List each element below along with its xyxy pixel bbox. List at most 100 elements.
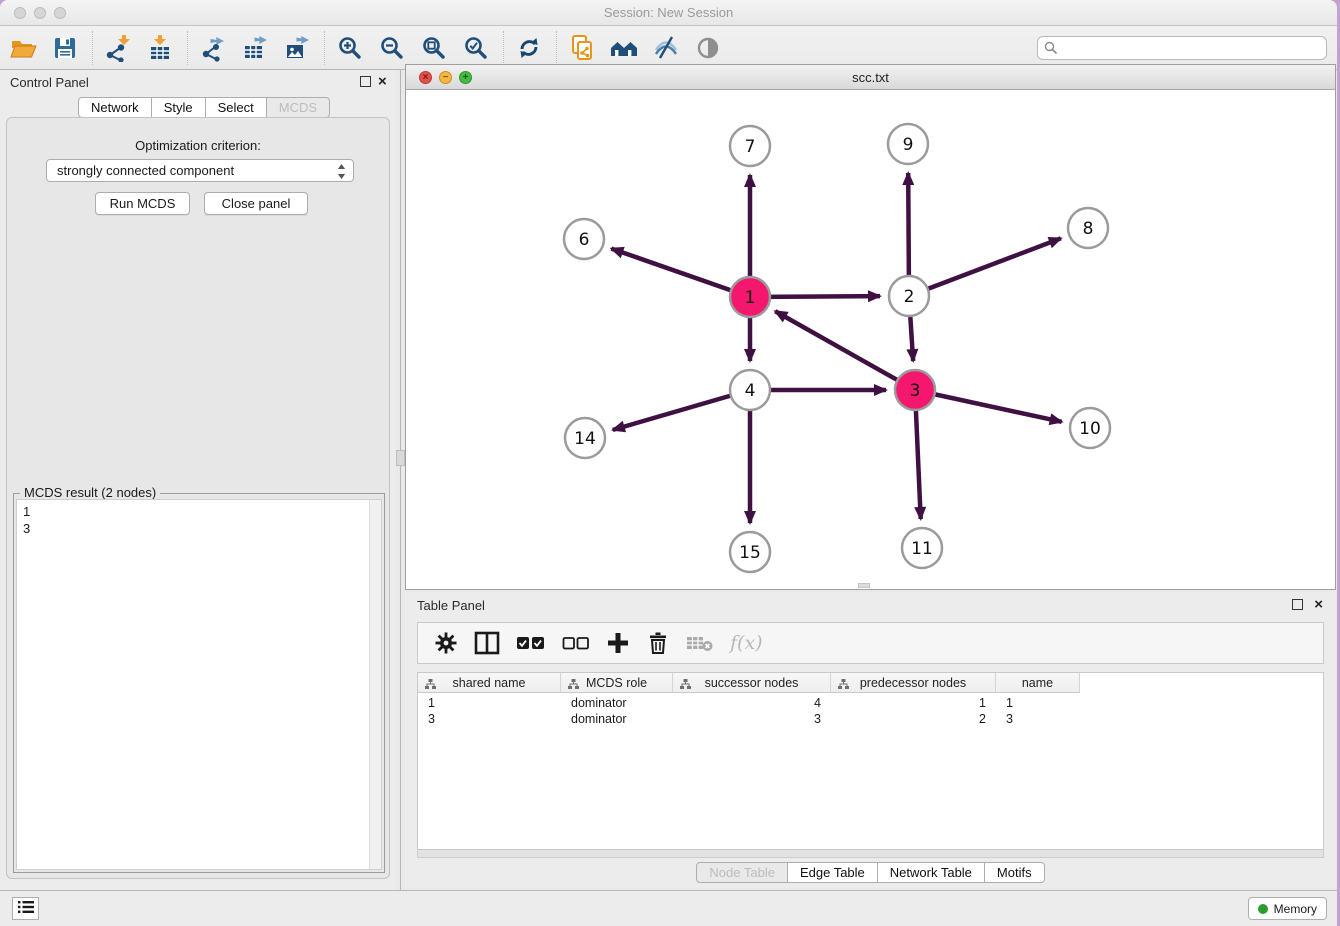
save-icon[interactable] [50,33,80,63]
graph-node-7[interactable]: 7 [730,126,770,166]
graph-node-1[interactable]: 1 [730,277,770,317]
table-row[interactable]: 3dominator323 [418,711,1080,727]
tab-network[interactable]: Network [78,97,152,118]
graph-node-9[interactable]: 9 [888,124,928,164]
divider-handle[interactable] [396,450,405,466]
table-panel-title: Table Panel [417,598,485,613]
zoom-out-icon[interactable] [377,33,407,63]
refresh-icon[interactable] [514,33,544,63]
gear-icon[interactable] [434,631,458,655]
column-header-shared-name[interactable]: shared name [418,673,561,693]
graph-edge-3-1[interactable] [775,311,915,390]
column-header-name[interactable]: name [996,673,1080,693]
eye-icon[interactable] [693,33,723,63]
graph-node-10[interactable]: 10 [1070,408,1110,448]
image-export-icon[interactable] [282,33,312,63]
table-cell[interactable]: 3 [673,711,831,727]
plus-icon[interactable] [606,631,630,655]
node-label: 10 [1079,419,1101,439]
clear-checkboxes-icon[interactable] [562,635,590,651]
search-input[interactable] [1037,36,1327,60]
float-panel-icon[interactable] [360,76,371,87]
column-header-predecessor-nodes[interactable]: predecessor nodes [831,673,996,693]
table-cell[interactable]: 4 [673,695,831,711]
tab-mcds[interactable]: MCDS [267,97,330,118]
table-cell[interactable]: 1 [418,695,561,711]
table-cell[interactable]: 3 [996,711,1080,727]
network-graph[interactable]: 7 9 6 8 1 2 4 3 14 10 15 11 [406,90,1335,589]
graph-edge-1-6[interactable] [611,249,750,297]
table-cell[interactable]: 1 [996,695,1080,711]
table-toolbar: f(x) [417,622,1324,664]
table-cell[interactable]: 3 [418,711,561,727]
folder-open-icon[interactable] [8,33,38,63]
criterion-value: strongly connected component [57,163,234,178]
tab-edge-table[interactable]: Edge Table [788,862,878,883]
houses-icon[interactable] [609,33,639,63]
table-cell[interactable]: 1 [831,695,996,711]
tab-style[interactable]: Style [152,97,206,118]
split-columns-icon[interactable] [474,631,500,655]
zoom-in-icon[interactable] [335,33,365,63]
namespace-icon [425,678,436,692]
graph-edge-3-10[interactable] [915,390,1062,422]
graph-node-6[interactable]: 6 [564,219,604,259]
trash-icon[interactable] [646,631,670,655]
run-mcds-button[interactable]: Run MCDS [95,192,190,215]
graph-edge-2-8[interactable] [909,238,1061,296]
column-header-successor-nodes[interactable]: successor nodes [673,673,831,693]
tab-select[interactable]: Select [206,97,267,118]
table-panel: Table Panel × f(x) shared nameMCDS roles… [405,592,1336,888]
graph-node-2[interactable]: 2 [889,276,929,316]
node-label: 9 [903,135,914,155]
toolbar-separator [92,31,93,65]
graph-node-3[interactable]: 3 [895,370,935,410]
close-panel-icon[interactable]: × [1314,599,1323,610]
canvas-scroll-handle[interactable] [858,583,870,588]
graph-edge-4-14[interactable] [613,390,750,430]
table-cell[interactable]: 2 [831,711,996,727]
memory-button[interactable]: Memory [1248,897,1327,920]
clone-network-icon[interactable] [567,33,597,63]
table-row[interactable]: 1dominator411 [418,695,1080,711]
network-canvas[interactable]: 7 9 6 8 1 2 4 3 14 10 15 11 [406,90,1335,589]
column-header-MCDS-role[interactable]: MCDS role [561,673,673,693]
close-panel-button[interactable]: Close panel [204,192,308,215]
table-scroll-strip[interactable] [417,850,1324,858]
graph-node-4[interactable]: 4 [730,370,770,410]
memory-status-icon [1258,904,1268,914]
tab-node-table[interactable]: Node Table [696,862,788,883]
graph-node-8[interactable]: 8 [1068,208,1108,248]
select-all-checkboxes-icon[interactable] [516,635,546,651]
task-history-button[interactable] [12,897,39,920]
table-cell[interactable]: dominator [561,695,673,711]
session-title: Session: New Session [0,5,1337,20]
control-panel-tabs: NetworkStyleSelectMCDS [78,97,330,118]
criterion-select[interactable]: strongly connected component [46,159,354,182]
delete-table-icon[interactable] [686,633,714,653]
eye-slash-icon[interactable] [651,33,681,63]
table-import-icon[interactable] [145,33,175,63]
graph-node-11[interactable]: 11 [902,528,942,568]
float-panel-icon[interactable] [1292,599,1303,610]
close-panel-icon[interactable]: × [378,76,387,87]
tab-network-table[interactable]: Network Table [878,862,985,883]
node-label: 4 [745,381,756,401]
scrollbar[interactable] [369,500,381,869]
zoom-fit-icon[interactable] [419,33,449,63]
tab-motifs[interactable]: Motifs [985,862,1045,883]
network-view-window: × − + scc.txt 7 9 6 8 1 2 4 3 14 10 15 11 [405,64,1336,590]
network-import-icon[interactable] [103,33,133,63]
table-cell[interactable]: dominator [561,711,673,727]
mcds-result-textarea[interactable]: 13 [16,499,382,870]
node-label: 7 [745,137,756,157]
node-table: shared nameMCDS rolesuccessor nodesprede… [417,672,1324,850]
network-export-icon[interactable] [198,33,228,63]
node-label: 11 [911,539,933,559]
graph-node-14[interactable]: 14 [565,418,605,458]
network-window-titlebar[interactable]: × − + scc.txt [406,65,1335,90]
graph-node-15[interactable]: 15 [730,532,770,572]
function-icon[interactable]: f(x) [730,632,763,654]
zoom-selected-icon[interactable] [461,33,491,63]
table-export-icon[interactable] [240,33,270,63]
